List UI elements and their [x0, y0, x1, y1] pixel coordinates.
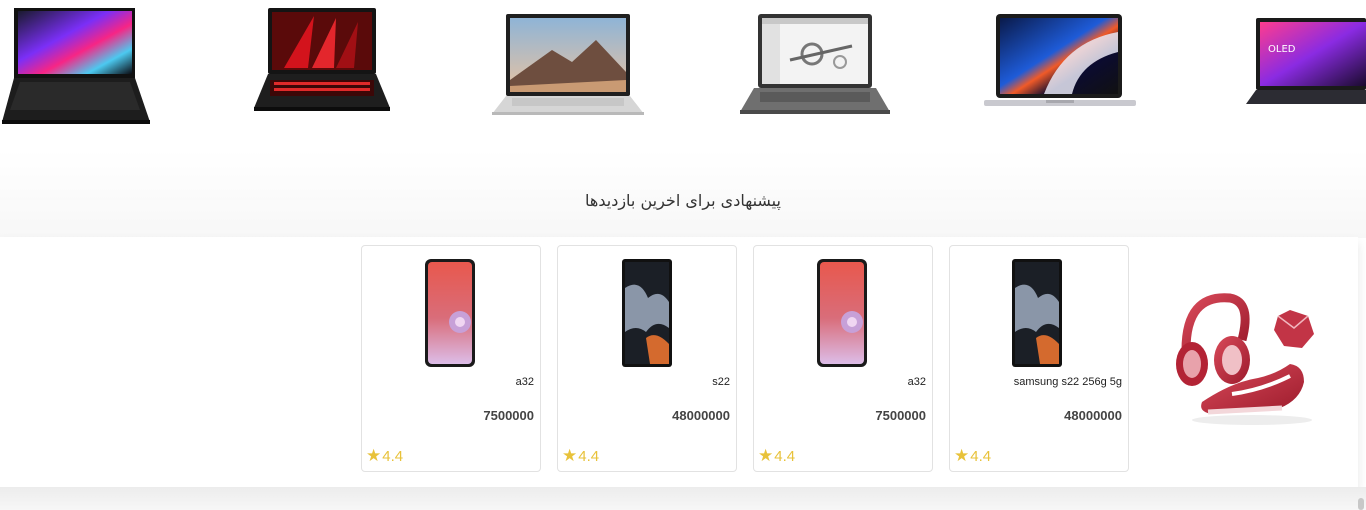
- product-price: 48000000: [1064, 408, 1122, 423]
- product-card[interactable]: samsung s22 256g 5g 48000000 ★ 4.4: [949, 245, 1129, 472]
- laptop-surface-landscape-icon[interactable]: [492, 10, 644, 118]
- product-card[interactable]: s22 48000000 ★ 4.4: [557, 245, 737, 472]
- phone-s22-icon: [1010, 258, 1064, 372]
- star-icon: ★: [954, 446, 970, 465]
- phone-s22-icon: [620, 258, 674, 372]
- product-price: 7500000: [483, 408, 534, 423]
- laptop-rainbow-screen-icon[interactable]: [2, 6, 152, 126]
- star-icon: ★: [562, 446, 578, 465]
- rating-value: 4.4: [970, 447, 992, 465]
- rating-value: 4.4: [382, 447, 404, 465]
- laptop-oled-icon[interactable]: OLED: [1246, 12, 1366, 108]
- phone-a32-icon: [424, 258, 476, 372]
- star-icon: ★: [758, 446, 774, 465]
- product-rating: ★ 4.4: [366, 446, 403, 466]
- star-icon: ★: [366, 446, 382, 465]
- product-card[interactable]: a32 7500000 ★ 4.4: [753, 245, 933, 472]
- product-rating: ★ 4.4: [954, 446, 991, 466]
- product-rating: ★ 4.4: [758, 446, 795, 466]
- laptop-cad-screen-icon[interactable]: [740, 10, 890, 116]
- rating-value: 4.4: [578, 447, 600, 465]
- phone-a32-icon: [816, 258, 868, 372]
- section-divider: [0, 487, 1366, 510]
- oled-label: OLED: [1268, 44, 1296, 55]
- laptop-macbook-icon[interactable]: [984, 12, 1136, 112]
- product-name: a32: [515, 376, 534, 388]
- product-name: samsung s22 256g 5g: [1013, 376, 1122, 388]
- product-card[interactable]: a32 7500000 ★ 4.4: [361, 245, 541, 472]
- laptop-red-keyboard-icon[interactable]: [254, 8, 390, 112]
- rating-value: 4.4: [774, 447, 796, 465]
- laptop-category-strip: OLED: [0, 0, 1366, 135]
- product-rating: ★ 4.4: [562, 446, 599, 466]
- product-name: s22: [712, 376, 730, 388]
- product-price: 7500000: [875, 408, 926, 423]
- headphones-sneaker-promo-icon[interactable]: [1172, 290, 1322, 434]
- product-name: a32: [907, 376, 926, 388]
- section-title: پیشنهادی برای اخرین بازدیدها: [585, 191, 781, 210]
- scrollbar-thumb[interactable]: [1358, 498, 1364, 510]
- product-price: 48000000: [672, 408, 730, 423]
